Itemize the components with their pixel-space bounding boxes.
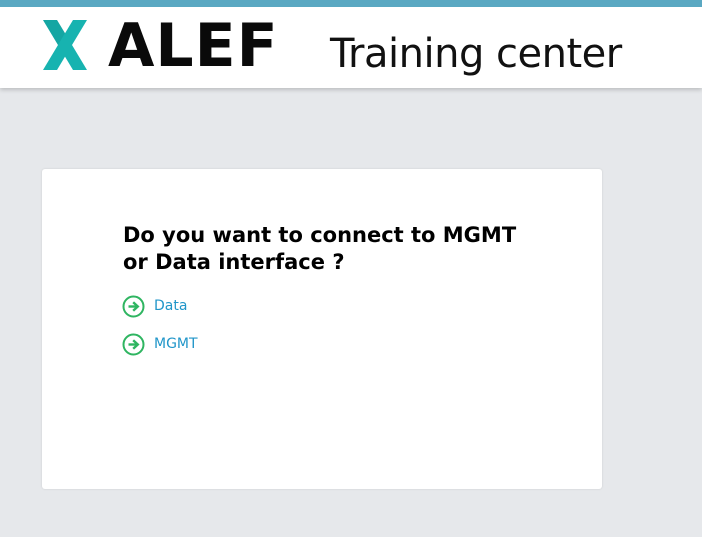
header-accent-bar bbox=[0, 0, 702, 7]
alef-logo-mark-icon bbox=[43, 20, 87, 70]
option-label: Data bbox=[154, 298, 188, 314]
app-title: Training center bbox=[330, 31, 622, 77]
option-mgmt: MGMT bbox=[122, 332, 198, 356]
option-data: Data bbox=[122, 294, 198, 318]
arrow-circle-right-icon bbox=[122, 295, 145, 317]
mgmt-interface-link[interactable]: MGMT bbox=[122, 332, 198, 356]
data-interface-link[interactable]: Data bbox=[122, 294, 198, 318]
connection-choice-card: Do you want to connect to MGMT or Data i… bbox=[42, 169, 602, 489]
brand-name: ALEF bbox=[108, 11, 279, 81]
interface-options-list: Data MGMT bbox=[122, 294, 198, 370]
option-label: MGMT bbox=[154, 336, 198, 352]
alef-logo bbox=[40, 15, 90, 75]
arrow-circle-right-icon bbox=[122, 333, 145, 355]
connection-question: Do you want to connect to MGMT or Data i… bbox=[123, 223, 517, 274]
site-header: ALEF Training center bbox=[0, 0, 702, 88]
